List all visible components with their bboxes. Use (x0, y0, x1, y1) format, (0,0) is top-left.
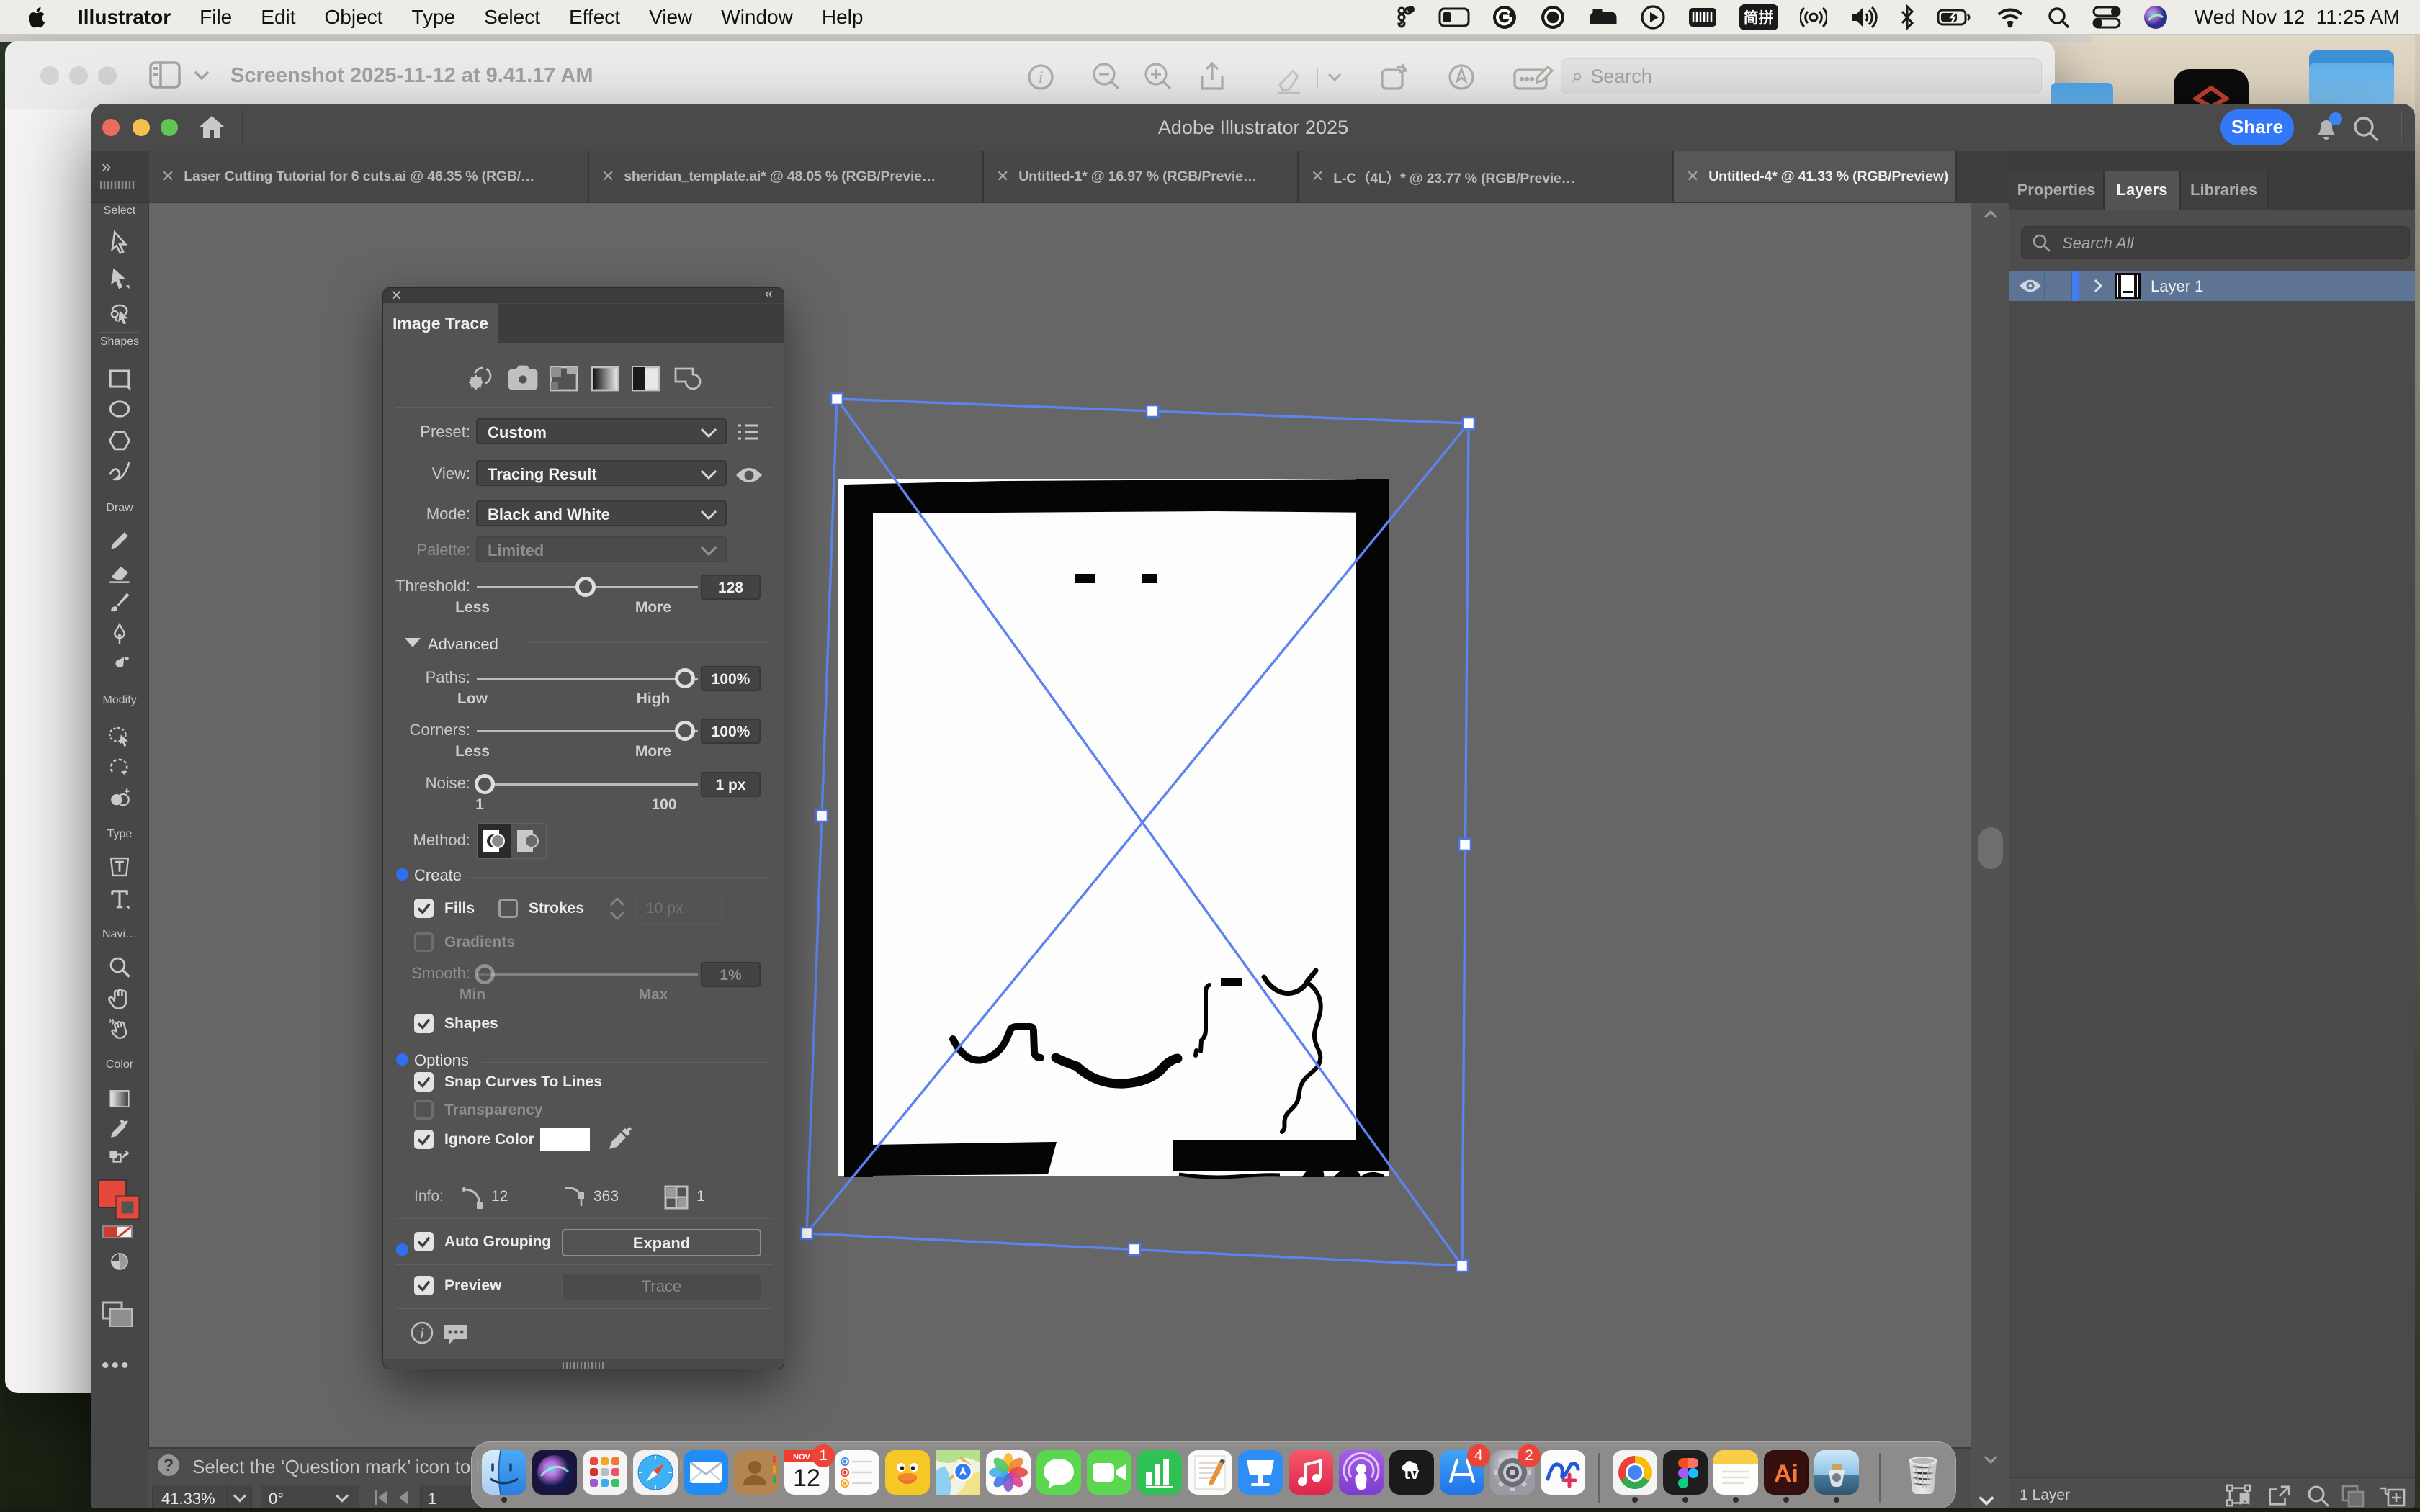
svg-text:12: 12 (793, 1464, 820, 1492)
svg-text:Ai: Ai (1774, 1460, 1798, 1488)
svg-text:i: i (420, 1324, 424, 1342)
svg-text:i: i (1039, 68, 1044, 87)
svg-text:NOV: NOV (793, 1453, 811, 1462)
